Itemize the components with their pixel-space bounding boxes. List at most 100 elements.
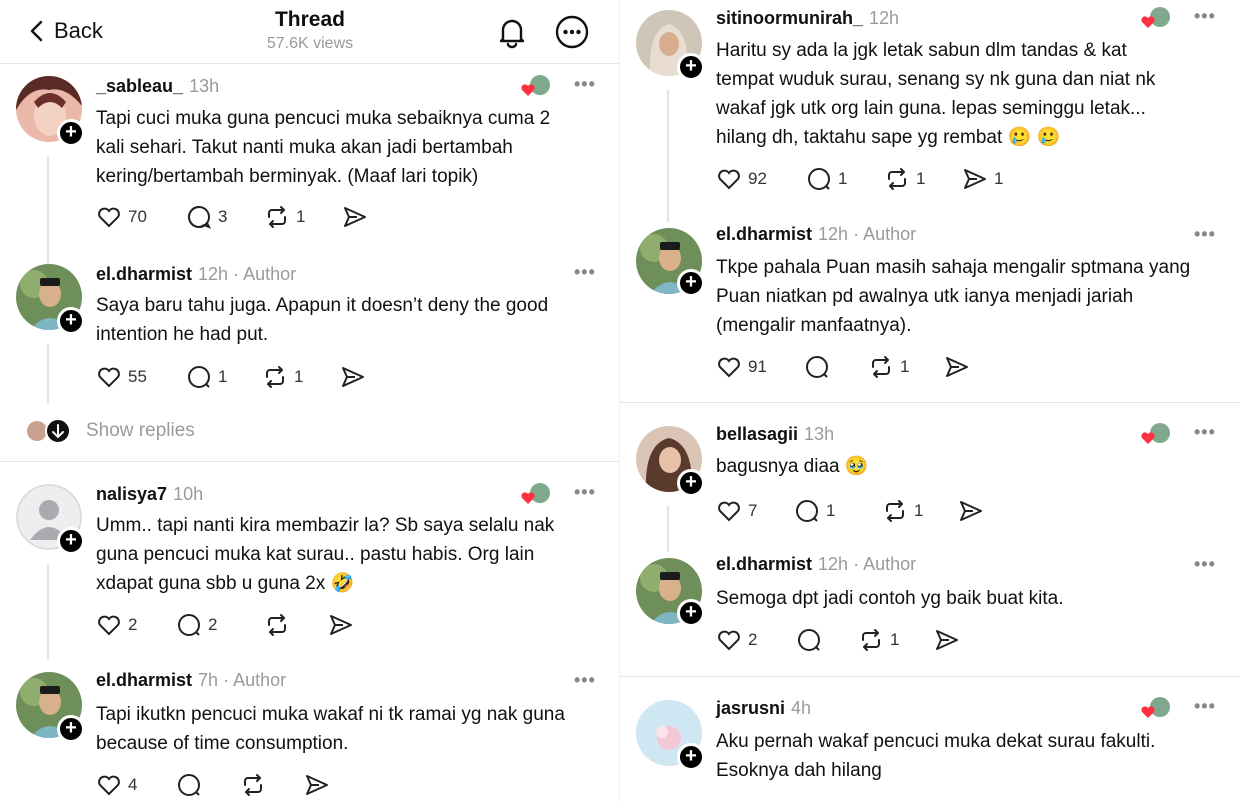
text-line: Aku pernah wakaf pencuci muka dekat sura…: [716, 731, 1156, 752]
like-count: 55: [128, 367, 147, 386]
author-tag: · Author: [223, 670, 287, 690]
post-text: Semoga dpt jadi contoh yg baik buat kita…: [716, 584, 1064, 613]
post-text: Tapi cuci muka guna pencuci muka sebaikn…: [96, 104, 550, 191]
repost-button[interactable]: 1: [868, 354, 944, 380]
more-dots-icon[interactable]: •••: [1194, 6, 1216, 27]
repost-icon: [266, 366, 284, 388]
more-dots-icon[interactable]: •••: [1194, 422, 1216, 443]
follow-plus-icon[interactable]: +: [57, 307, 85, 335]
text-line: intention he had put.: [96, 324, 269, 345]
reply-button[interactable]: 1: [806, 166, 884, 192]
left-panel: Back Thread 57.6K views + _sableau_ 13h •…: [0, 0, 620, 802]
text-line: (mengalir manfaatnya).: [716, 315, 912, 336]
follow-plus-icon[interactable]: +: [677, 599, 705, 627]
comment-icon: [808, 168, 830, 190]
timestamp: 10h: [173, 484, 204, 504]
comment-icon: [188, 366, 210, 388]
heart-icon: [98, 367, 120, 388]
like-button[interactable]: 2: [716, 627, 796, 653]
repost-button[interactable]: 1: [262, 364, 340, 390]
username[interactable]: el.dharmist: [96, 264, 192, 284]
like-button[interactable]: 7: [716, 498, 794, 524]
username[interactable]: el.dharmist: [96, 670, 192, 690]
repost-button[interactable]: 1: [884, 166, 962, 192]
timestamp: 12h: [818, 224, 849, 244]
follow-plus-icon[interactable]: +: [57, 527, 85, 555]
reply-count: 1: [838, 169, 848, 188]
share-button[interactable]: [944, 354, 970, 380]
timestamp: 13h: [189, 76, 220, 96]
like-count: 2: [128, 615, 138, 634]
reply-button[interactable]: 3: [186, 204, 264, 230]
follow-plus-icon[interactable]: +: [57, 119, 85, 147]
username[interactable]: _sableau_: [96, 76, 183, 96]
username[interactable]: bellasagii: [716, 424, 798, 444]
repost-button[interactable]: [264, 612, 328, 638]
share-icon: [306, 775, 328, 795]
more-dots-icon[interactable]: •••: [574, 670, 596, 691]
reply-button[interactable]: [796, 627, 858, 653]
share-icon: [344, 207, 366, 227]
follow-plus-icon[interactable]: +: [57, 715, 85, 743]
more-dots-icon[interactable]: •••: [574, 482, 596, 503]
like-button[interactable]: 4: [96, 772, 176, 798]
username[interactable]: el.dharmist: [716, 554, 812, 574]
show-replies-button[interactable]: Show replies: [26, 418, 195, 444]
more-circle-icon[interactable]: [554, 14, 590, 50]
more-dots-icon[interactable]: •••: [1194, 554, 1216, 575]
username[interactable]: jasrusni: [716, 698, 785, 718]
username[interactable]: sitinoormunirah_: [716, 8, 863, 28]
post-meta: el.dharmist 7h · Author: [96, 670, 286, 691]
follow-plus-icon[interactable]: +: [677, 469, 705, 497]
comment-icon: [178, 614, 200, 636]
text-line: kali sehari. Takut nanti muka akan jadi …: [96, 137, 513, 158]
username[interactable]: el.dharmist: [716, 224, 812, 244]
repost-icon: [886, 500, 904, 522]
reply-button[interactable]: 1: [794, 498, 882, 524]
like-button[interactable]: 91: [716, 354, 804, 380]
reply-count: 2: [208, 615, 218, 634]
like-button[interactable]: 2: [96, 612, 176, 638]
reply-count: 1: [218, 367, 228, 386]
more-dots-icon[interactable]: •••: [574, 262, 596, 283]
follow-plus-icon[interactable]: +: [677, 269, 705, 297]
heart-icon: [98, 615, 120, 636]
post-actions: 91 1: [716, 354, 970, 380]
reply-button[interactable]: [176, 772, 240, 798]
text-line: Tapi cuci muka guna pencuci muka sebaikn…: [96, 108, 551, 129]
post-separator: [620, 676, 1240, 677]
post-text: Saya baru tahu juga. Apapun it doesn’t d…: [96, 291, 548, 349]
bell-icon[interactable]: [494, 14, 530, 50]
repost-icon: [244, 774, 262, 796]
repost-button[interactable]: 1: [858, 627, 934, 653]
share-button[interactable]: [304, 772, 330, 798]
heart-icon: [718, 169, 740, 190]
heart-icon: [98, 207, 120, 228]
reply-button[interactable]: [804, 354, 868, 380]
post-actions: 2 2: [96, 612, 354, 638]
share-button[interactable]: 1: [962, 166, 1003, 192]
follow-plus-icon[interactable]: +: [677, 743, 705, 771]
reply-button[interactable]: 1: [186, 364, 262, 390]
repost-button[interactable]: 1: [264, 204, 342, 230]
like-button[interactable]: 55: [96, 364, 186, 390]
author-tag: · Author: [853, 554, 917, 574]
repost-button[interactable]: 1: [882, 498, 958, 524]
reply-button[interactable]: 2: [176, 612, 264, 638]
share-button[interactable]: [958, 498, 984, 524]
more-dots-icon[interactable]: •••: [574, 74, 596, 95]
like-button[interactable]: 70: [96, 204, 186, 230]
like-button[interactable]: 92: [716, 166, 806, 192]
repost-button[interactable]: [240, 772, 304, 798]
share-button[interactable]: [342, 204, 374, 230]
more-dots-icon[interactable]: •••: [1194, 224, 1216, 245]
username[interactable]: nalisya7: [96, 484, 167, 504]
share-icon: [330, 615, 352, 635]
share-button[interactable]: [340, 364, 366, 390]
more-dots-icon[interactable]: •••: [1194, 696, 1216, 717]
follow-plus-icon[interactable]: +: [677, 53, 705, 81]
share-button[interactable]: [934, 627, 960, 653]
author-tag: · Author: [233, 264, 297, 284]
share-button[interactable]: [328, 612, 354, 638]
show-replies-icons: [26, 418, 72, 444]
